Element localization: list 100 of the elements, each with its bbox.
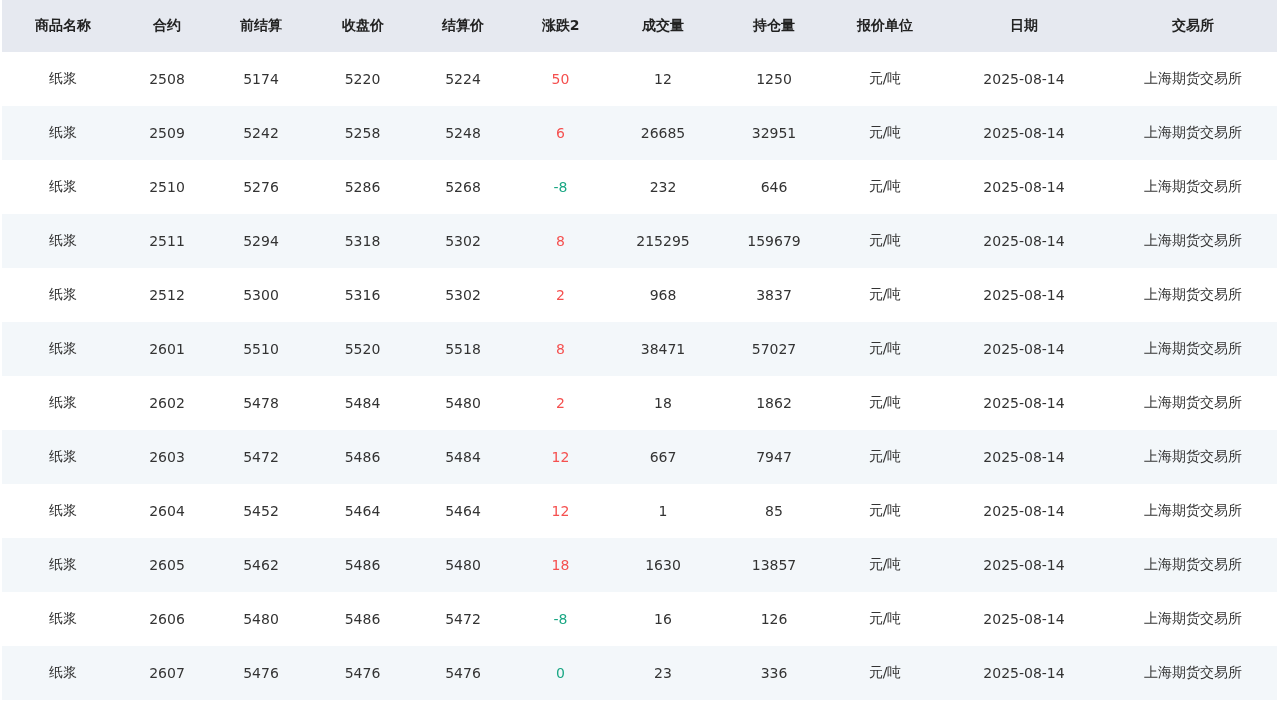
table-cell-text: 元/吨 [867, 339, 903, 358]
table-cell-text: 纸浆 [48, 555, 78, 574]
table-cell-text: 5242 [242, 124, 280, 143]
table-cell-text: 2025-08-14 [982, 556, 1066, 575]
table-cell-text: 2510 [148, 178, 186, 197]
table-cell-text: 元/吨 [867, 231, 903, 250]
table-cell-text: 2509 [148, 124, 186, 143]
table-cell-text: 上海期货交易所 [1142, 69, 1243, 88]
column-header: 报价单位 [855, 16, 914, 35]
column-header: 前结算 [239, 16, 283, 35]
table-cell-text: 215295 [635, 232, 691, 251]
table-cell-text: 上海期货交易所 [1142, 501, 1243, 520]
table-cell-text: 2607 [148, 664, 186, 683]
table-cell-text: 667 [648, 448, 678, 467]
table-cell-text: 5480 [444, 394, 482, 413]
table-cell-text: 2 [555, 394, 566, 413]
table-cell-text: 上海期货交易所 [1142, 393, 1243, 412]
table-cell-text: 5276 [242, 178, 280, 197]
table-cell-text: 1630 [644, 556, 682, 575]
table-cell-text: 上海期货交易所 [1142, 177, 1243, 196]
table-cell-text: 1 [657, 502, 669, 521]
table-cell-text: 纸浆 [48, 123, 78, 142]
table-cell-text: 5478 [242, 394, 280, 413]
table-cell-text: 5476 [242, 664, 280, 683]
table-cell-text: 纸浆 [48, 285, 78, 304]
table-cell-text: 元/吨 [867, 555, 903, 574]
table-cell-text: 5520 [343, 340, 382, 359]
table-cell-text: 32951 [750, 124, 798, 143]
table-cell-text: 纸浆 [48, 231, 78, 250]
table-cell-text: 5302 [444, 286, 482, 305]
table-cell-text: 2025-08-14 [982, 124, 1066, 143]
table-cell-text: 5476 [343, 664, 382, 683]
table-cell-text: 968 [648, 286, 678, 305]
column-header: 结算价 [441, 16, 485, 35]
column-header: 持仓量 [752, 16, 796, 35]
column-header: 日期 [1009, 16, 1039, 35]
table-cell-text: 5464 [343, 502, 382, 521]
table-cell-text: 5300 [242, 286, 280, 305]
table-cell-text: 0 [555, 664, 566, 683]
table-cell-text: 12 [653, 70, 673, 89]
table-cell-text: 5464 [444, 502, 482, 521]
table-cell-text: 5286 [343, 178, 382, 197]
table-cell-text: 1250 [755, 70, 793, 89]
column-header: 收盘价 [340, 16, 385, 35]
table-cell-text: 元/吨 [867, 663, 903, 682]
table-cell-text: 2025-08-14 [982, 286, 1066, 305]
table-cell-text: 纸浆 [48, 663, 78, 682]
table-cell-text: 646 [759, 178, 789, 197]
table-cell-text: 5258 [343, 124, 382, 143]
table-cell-text: 6 [555, 124, 566, 143]
table-cell-text: 5480 [242, 610, 280, 629]
table-cell-text: 12 [550, 448, 571, 467]
table-cell-text: 2025-08-14 [982, 610, 1066, 629]
table-cell-text: 2606 [148, 610, 186, 629]
table-cell-text: 元/吨 [867, 123, 903, 142]
table-cell-text: 5452 [242, 502, 280, 521]
table-cell-text: 2025-08-14 [982, 178, 1066, 197]
table-cell-text: 5174 [242, 70, 280, 89]
table-cell-text: 5318 [343, 232, 382, 251]
table-cell-text: 23 [653, 664, 673, 683]
table-cell-text: 元/吨 [867, 393, 903, 412]
table-cell-text: 7947 [755, 448, 793, 467]
table-cell-text: 50 [550, 70, 571, 89]
table-cell-text: 5518 [444, 340, 482, 359]
table-cell-text: 5486 [343, 448, 382, 467]
table-cell-text: 159679 [746, 232, 802, 251]
table-cell-text: 126 [759, 610, 789, 629]
table-cell-text: 2512 [148, 286, 186, 305]
table-cell-text: 38471 [639, 340, 687, 359]
table-cell-text: 5220 [343, 70, 382, 89]
table-cell-text: 5302 [444, 232, 482, 251]
table-cell-text: 5486 [343, 556, 382, 575]
column-header: 成交量 [641, 16, 685, 35]
table-cell-text: 上海期货交易所 [1142, 339, 1243, 358]
table-cell-text: 3837 [755, 286, 793, 305]
column-header: 交易所 [1170, 16, 1215, 35]
table-cell-text: 2508 [148, 70, 186, 89]
table-cell-text: 上海期货交易所 [1142, 231, 1243, 250]
table-cell-text: 5462 [242, 556, 280, 575]
table-cell-text: 13857 [750, 556, 798, 575]
table-cell-text: 2025-08-14 [982, 70, 1066, 89]
table-cell-text: 元/吨 [867, 177, 903, 196]
table-cell-text: 元/吨 [867, 447, 903, 466]
table-cell-text: 5484 [444, 448, 482, 467]
table-cell-text: 元/吨 [867, 69, 903, 88]
table-cell-text: 1862 [755, 394, 793, 413]
table-cell-text: 纸浆 [48, 447, 78, 466]
table-cell-text: 2511 [148, 232, 186, 251]
table-cell-text: 2025-08-14 [982, 232, 1066, 251]
table-cell-text: 元/吨 [867, 609, 903, 628]
table-cell-text: 上海期货交易所 [1142, 123, 1243, 142]
table-cell-text: 纸浆 [48, 177, 78, 196]
table-cell-text: 16 [653, 610, 673, 629]
table-cell-text: 2604 [148, 502, 186, 521]
table-cell-text: 5480 [444, 556, 482, 575]
table-cell-text: 8 [555, 340, 566, 359]
column-header: 涨跌2 [540, 16, 581, 35]
table-cell-text: 元/吨 [867, 285, 903, 304]
table-cell-text: 2025-08-14 [982, 448, 1066, 467]
table-cell-text: 2605 [148, 556, 186, 575]
